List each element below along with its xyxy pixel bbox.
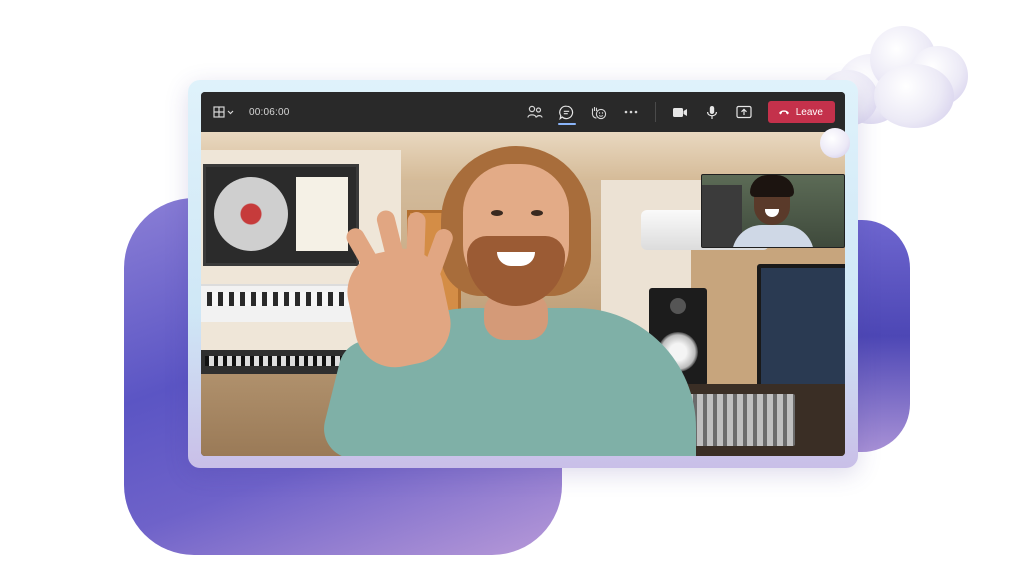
reactions-icon (592, 106, 607, 119)
decorative-bubble (820, 128, 850, 158)
more-icon (624, 110, 638, 114)
call-timer: 00:06:00 (249, 106, 290, 118)
leave-button[interactable]: Leave (767, 101, 835, 123)
people-icon (527, 105, 543, 118)
call-toolbar: 00:06:00 Leave (201, 92, 845, 132)
toolbar-right: Leave (521, 92, 835, 132)
chat-button[interactable] (553, 98, 581, 126)
main-video-feed (201, 132, 845, 456)
camera-button[interactable] (666, 98, 694, 126)
chat-icon (559, 105, 574, 120)
meeting-window: 00:06:00 Leave (201, 92, 845, 456)
reactions-button[interactable] (585, 98, 613, 126)
share-screen-icon (736, 105, 752, 119)
leave-label: Leave (795, 106, 823, 118)
layout-grid-icon (213, 106, 234, 118)
toolbar-left: 00:06:00 (201, 98, 290, 126)
mic-button[interactable] (698, 98, 726, 126)
share-screen-button[interactable] (730, 98, 758, 126)
hang-up-icon (778, 110, 789, 115)
stage: 00:06:00 Leave (0, 0, 1024, 585)
layout-button[interactable] (207, 98, 241, 126)
people-button[interactable] (521, 98, 549, 126)
self-view-tile[interactable] (701, 174, 845, 248)
camera-icon (672, 107, 687, 117)
more-button[interactable] (617, 98, 645, 126)
toolbar-separator (654, 102, 656, 122)
mic-icon (706, 105, 717, 119)
